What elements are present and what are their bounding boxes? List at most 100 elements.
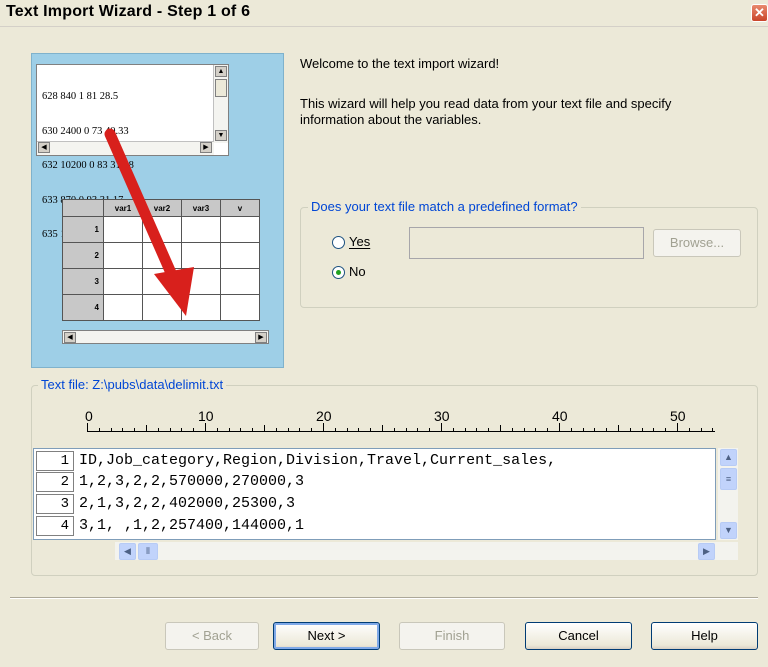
- ruler-tick: [252, 428, 254, 431]
- ruler-tick: [688, 428, 690, 431]
- ruler-tick: [181, 428, 183, 431]
- window-title: Text Import Wizard - Step 1 of 6: [6, 3, 251, 20]
- back-button[interactable]: < Back: [165, 622, 259, 650]
- ruler-tick: [370, 428, 372, 431]
- next-button[interactable]: Next >: [273, 622, 380, 650]
- ruler-tick: [535, 428, 537, 431]
- cancel-button[interactable]: Cancel: [525, 622, 632, 650]
- ruler-tick: [334, 428, 336, 431]
- yes-label-text: Yes: [349, 234, 371, 249]
- ruler-tick: [712, 428, 714, 431]
- ruler-tick: [169, 428, 171, 431]
- ruler-tick: [606, 428, 608, 431]
- ruler-tick: [216, 428, 218, 431]
- ruler-tick: [700, 428, 702, 431]
- ruler-tick: [205, 423, 206, 431]
- ruler-tick: [146, 425, 147, 431]
- preview-line-number: 4: [36, 516, 74, 536]
- ruler-tick: [653, 428, 655, 431]
- ruler-tick: [393, 428, 395, 431]
- ruler-tick: [665, 428, 667, 431]
- yes-radio-label[interactable]: Yes: [349, 234, 370, 249]
- ruler-tick: [98, 428, 100, 431]
- preview-row: 4 3,1, ,1,2,257400,144000,1: [34, 516, 715, 537]
- ruler-tick: [511, 428, 513, 431]
- ruler-label: 10: [198, 408, 214, 424]
- ruler-tick: [323, 423, 324, 431]
- ruler-tick: [452, 428, 454, 431]
- ruler-tick: [417, 428, 419, 431]
- ruler-tick: [547, 428, 549, 431]
- ruler-tick: [441, 423, 442, 431]
- ruler-tick: [193, 428, 195, 431]
- ruler-tick: [629, 428, 631, 431]
- scroll-left-icon[interactable]: ◀: [119, 543, 136, 560]
- ruler-tick: [287, 428, 289, 431]
- preview-line-text: 3,1, ,1,2,257400,144000,1: [79, 517, 305, 534]
- ruler-tick: [311, 428, 313, 431]
- no-radio[interactable]: [332, 266, 345, 279]
- preview-row: 1 ID,Job_category,Region,Division,Travel…: [34, 451, 715, 472]
- ruler-tick: [110, 428, 112, 431]
- file-preview[interactable]: 1 ID,Job_category,Region,Division,Travel…: [33, 448, 716, 540]
- ruler-tick: [500, 425, 501, 431]
- ruler-tick: [488, 428, 490, 431]
- preview-row: 2 1,2,3,2,2,570000,270000,3: [34, 472, 715, 493]
- ruler-baseline: [87, 431, 715, 432]
- ruler-tick: [157, 428, 159, 431]
- ruler-tick: [122, 428, 124, 431]
- preview-row: 3 2,1,3,2,2,402000,25300,3: [34, 494, 715, 515]
- preview-horizontal-scrollbar[interactable]: ◀ ⦀ ▶: [115, 542, 738, 560]
- ruler-label: 0: [85, 408, 93, 424]
- ruler-tick: [275, 428, 277, 431]
- welcome-heading: Welcome to the text import wizard!: [300, 56, 500, 71]
- scroll-down-icon[interactable]: ▼: [720, 522, 737, 539]
- ruler-label: 50: [670, 408, 686, 424]
- ruler-label: 30: [434, 408, 450, 424]
- ruler-tick: [677, 423, 678, 431]
- preview-line-text: ID,Job_category,Region,Division,Travel,C…: [79, 452, 557, 469]
- ruler-tick: [240, 428, 242, 431]
- ruler-tick: [87, 423, 88, 431]
- ruler-label: 20: [316, 408, 332, 424]
- ruler-tick: [476, 428, 478, 431]
- help-button[interactable]: Help: [651, 622, 758, 650]
- button-separator: [10, 597, 758, 599]
- ruler-tick: [594, 428, 596, 431]
- ruler-tick: [382, 425, 383, 431]
- ruler-tick: [405, 428, 407, 431]
- ruler-tick: [134, 428, 136, 431]
- ruler-tick: [228, 428, 230, 431]
- ruler-tick: [618, 425, 619, 431]
- scroll-right-icon[interactable]: ▶: [698, 543, 715, 560]
- ruler-tick: [582, 428, 584, 431]
- ruler-tick: [264, 425, 265, 431]
- ruler-tick: [346, 428, 348, 431]
- yes-radio[interactable]: [332, 236, 345, 249]
- ruler-tick: [559, 423, 560, 431]
- radio-selected-dot: [336, 270, 341, 275]
- no-radio-label[interactable]: No: [349, 264, 366, 279]
- ruler-label: 40: [552, 408, 568, 424]
- browse-button[interactable]: Browse...: [653, 229, 741, 257]
- scroll-up-icon[interactable]: ▲: [720, 449, 737, 466]
- no-label-text: No: [349, 264, 366, 279]
- welcome-description: This wizard will help you read data from…: [300, 96, 672, 127]
- ruler-tick: [464, 428, 466, 431]
- finish-button[interactable]: Finish: [399, 622, 505, 650]
- preview-line-number: 2: [36, 472, 74, 492]
- title-bar: Text Import Wizard - Step 1 of 6 ✕: [0, 0, 768, 27]
- ruler-tick: [523, 428, 525, 431]
- scroll-thumb[interactable]: ⦀: [138, 543, 158, 560]
- scroll-thumb[interactable]: ≡: [720, 468, 737, 490]
- ruler-tick: [570, 428, 572, 431]
- close-button[interactable]: ✕: [751, 4, 768, 22]
- column-ruler: 0 10 20 30 40 50: [85, 408, 717, 438]
- close-icon: ✕: [754, 5, 765, 20]
- preview-line-text: 1,2,3,2,2,570000,270000,3: [79, 473, 305, 490]
- ruler-tick: [429, 428, 431, 431]
- ruler-tick: [641, 428, 643, 431]
- format-path-field[interactable]: [409, 227, 644, 259]
- wizard-illustration: 628 840 1 81 28.5 630 2400 0 73 40.33 63…: [31, 53, 284, 368]
- preview-vertical-scrollbar[interactable]: ▲ ≡ ▼: [718, 448, 738, 540]
